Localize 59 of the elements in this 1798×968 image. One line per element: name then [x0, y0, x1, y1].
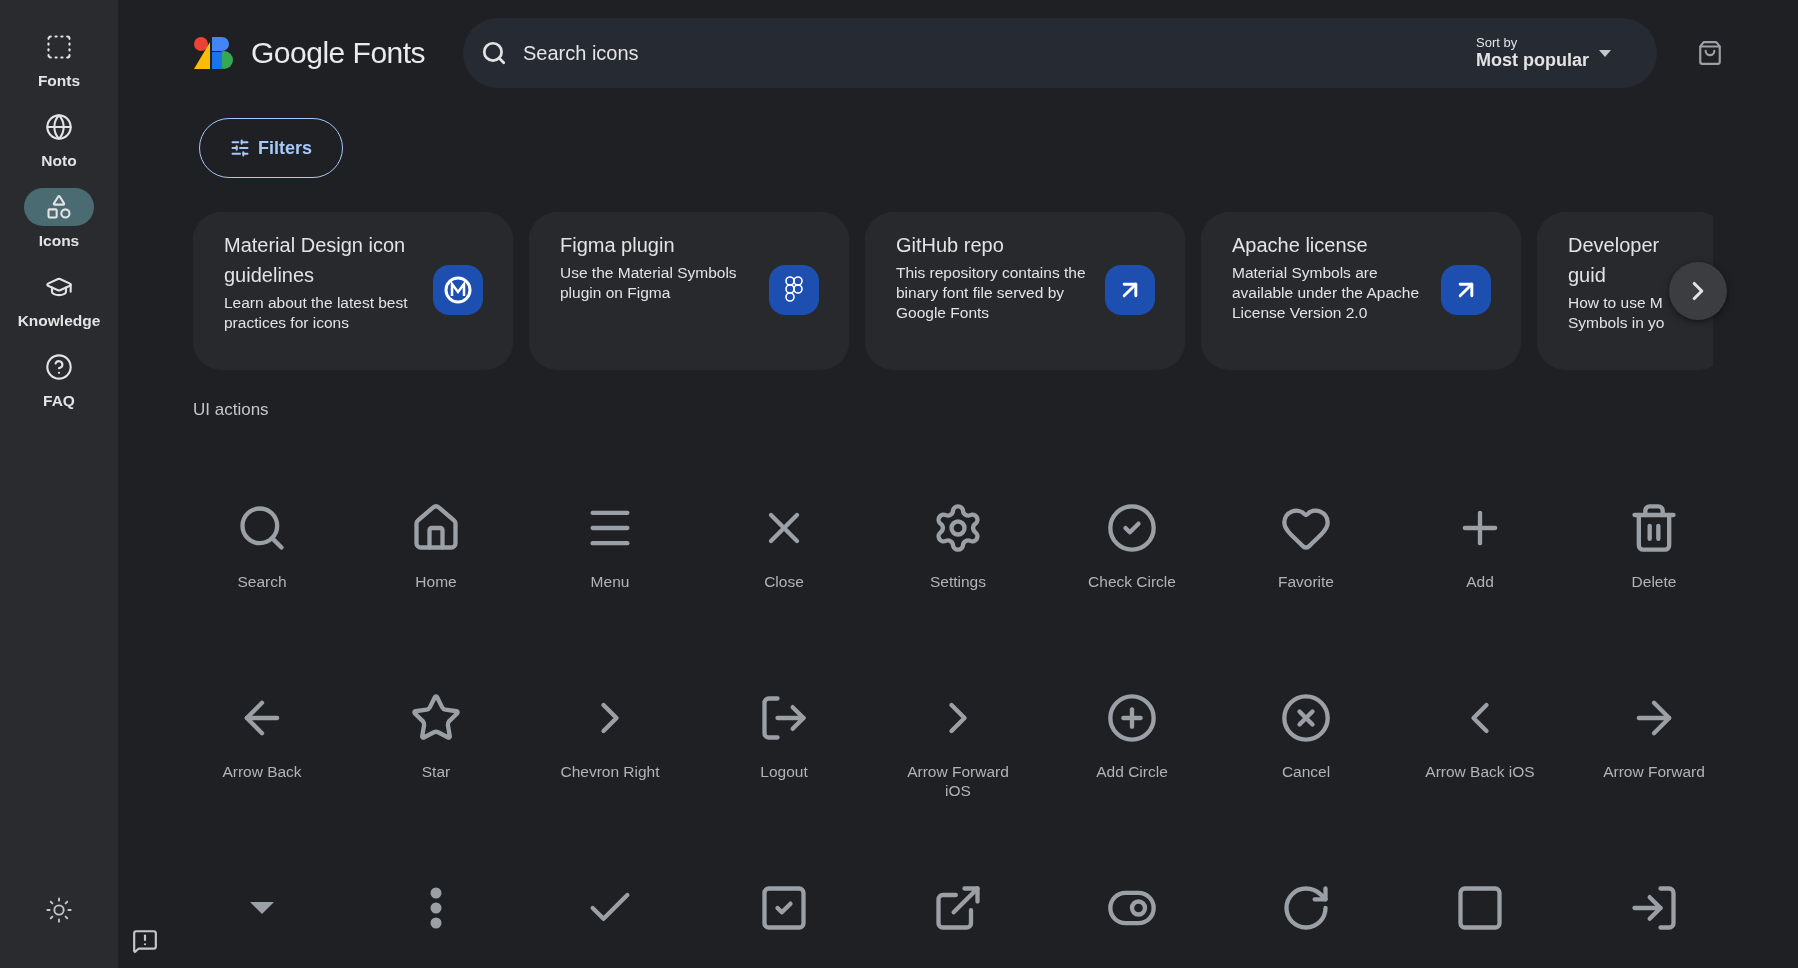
caret-icon [1599, 49, 1611, 57]
sidebar-item[interactable]: Noto [24, 108, 94, 170]
icon-tile[interactable]: Arrow Back [202, 692, 322, 781]
icon-tile[interactable]: Settings [898, 502, 1018, 591]
card-title: GitHub repo [896, 233, 1005, 258]
sidebar-item[interactable]: Knowledge [17, 268, 101, 330]
section-title: UI actions [193, 400, 270, 420]
figma-icon [769, 265, 819, 315]
resource-card[interactable]: GitHub repo This repository contains the binary font file served by Google Fonts [865, 212, 1185, 370]
help-icon [45, 353, 73, 381]
icon-tile[interactable]: Search [202, 502, 322, 591]
theme-icon[interactable] [45, 896, 73, 924]
icon-tile[interactable]: Arrow Forward [1594, 692, 1714, 781]
resource-card[interactable]: Material Design icon guidelines Learn about the latest best practices for icons [193, 212, 513, 370]
icon-tile[interactable]: Logout [724, 692, 844, 781]
icon-tile[interactable]: Favorite [1246, 502, 1366, 591]
icon-tile[interactable]: Check Circle [1072, 502, 1192, 591]
card-description: Learn about the latest best practices for icons [224, 293, 409, 333]
icon-tile[interactable]: Close [724, 502, 844, 591]
icon-tile[interactable]: Cancel [1246, 692, 1366, 781]
icon-tile[interactable]: Add Circle [1072, 692, 1192, 781]
icon-tile[interactable]: Delete [1594, 502, 1714, 591]
icon-tile[interactable]: Star [376, 692, 496, 781]
sliders-icon [230, 138, 250, 158]
shapes-icon [45, 193, 73, 221]
resource-card[interactable]: Figma plugin Use the Material Symbols plugin on Figma [529, 212, 849, 370]
icon-tile[interactable]: Menu [550, 502, 670, 591]
x-circle-icon [1280, 692, 1332, 744]
bag-icon[interactable] [1697, 40, 1723, 66]
card-title: Material Design icon guidelines [224, 233, 407, 288]
globe-icon [45, 113, 73, 141]
card-title: Figma plugin [560, 233, 676, 258]
icon-tile[interactable]: Arrow Back iOS [1420, 692, 1540, 781]
triangle-down-icon [250, 902, 274, 914]
sort-dropdown[interactable]: Sort by Most popular [1470, 34, 1617, 72]
icon-tile[interactable]: Chevron Right [550, 692, 670, 781]
brand-name: Google Fonts [251, 36, 426, 70]
plus-circle-icon [1106, 692, 1158, 744]
arrow-up-right-icon [1441, 265, 1491, 315]
card-description: Use the Material Symbols plugin on Figma [560, 263, 738, 303]
card-description: How to use M Symbols in yo [1568, 293, 1666, 333]
card-description: This repository contains the binary font file served by Google Fonts [896, 263, 1087, 323]
search-field[interactable]: Search icons Sort by Most popular [463, 18, 1657, 88]
icon-tile[interactable]: Home [376, 502, 496, 591]
feedback-icon[interactable] [132, 928, 158, 954]
resource-card[interactable]: Apache license Material Symbols are available under the Apache License Version 2.0 [1201, 212, 1521, 370]
sidebar-item[interactable]: FAQ [24, 348, 94, 410]
card-description: Material Symbols are available under the Apache License Version 2.0 [1232, 263, 1420, 323]
card-title: Developer guid [1568, 233, 1661, 288]
search-icon [481, 40, 507, 66]
check-circle-icon [1106, 502, 1158, 554]
sidebar-item[interactable]: Fonts [24, 28, 94, 90]
more-vertical-icon [430, 887, 442, 929]
logo-icon [193, 36, 235, 70]
arrow-up-right-icon [1105, 265, 1155, 315]
resource-card[interactable]: Developer guid How to use M Symbols in yo [1537, 212, 1713, 370]
icon-tile[interactable]: Add [1420, 502, 1540, 591]
card-title: Apache license [1232, 233, 1369, 258]
icon-tile[interactable]: Arrow Forward iOS [898, 692, 1018, 800]
